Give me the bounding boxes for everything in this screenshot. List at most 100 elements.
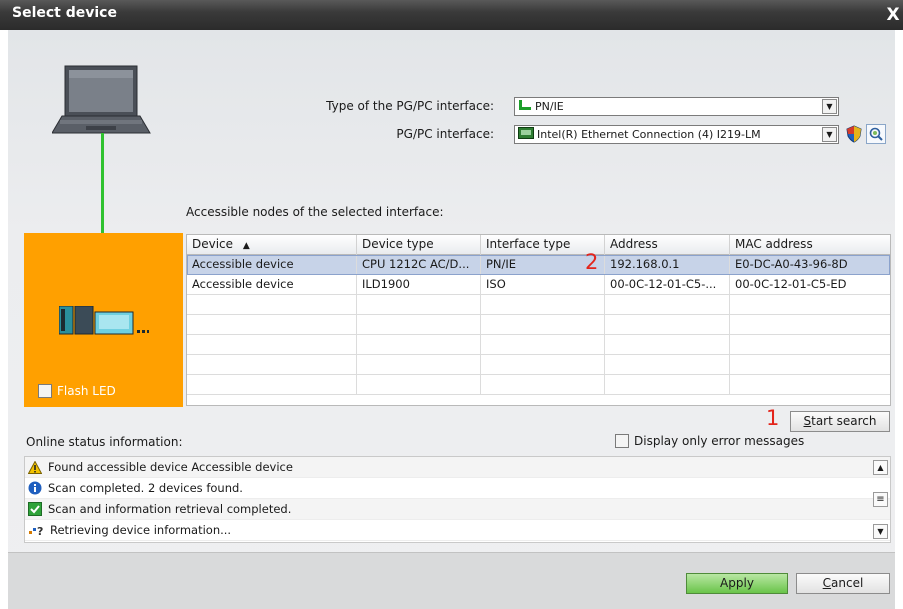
start-search-button[interactable]: Start search xyxy=(790,411,890,432)
pg-pc-computer-icon xyxy=(51,65,152,138)
cell-mac-address: 00-0C-12-01-C5-ED xyxy=(735,277,847,291)
log-scrollbar[interactable]: ▲ ≡ ▼ xyxy=(871,457,890,542)
empty-cell xyxy=(481,335,605,354)
empty-cell xyxy=(481,315,605,334)
cell-device-type: CPU 1212C AC/D... xyxy=(357,255,481,274)
column-header-mac-address[interactable]: MAC address xyxy=(730,235,890,255)
error-only-checkbox[interactable]: Display only error messages xyxy=(615,434,804,448)
status-log-text: Scan completed. 2 devices found. xyxy=(48,481,243,495)
table-row-empty xyxy=(187,335,890,355)
column-header-device-type[interactable]: Device type xyxy=(357,235,481,255)
empty-cell xyxy=(730,375,890,394)
empty-cell xyxy=(730,315,890,334)
empty-cell xyxy=(357,295,481,314)
table-row-empty xyxy=(187,355,890,375)
empty-cell xyxy=(481,355,605,374)
status-log-item[interactable]: Scan completed. 2 devices found. xyxy=(25,478,890,499)
chevron-down-icon[interactable]: ▼ xyxy=(822,127,837,142)
diagnostics-search-icon[interactable] xyxy=(866,124,886,144)
target-device-panel: Flash LED xyxy=(24,233,183,407)
empty-cell xyxy=(605,355,730,374)
cell-device-type: ILD1900 xyxy=(357,275,481,294)
shield-icon[interactable] xyxy=(844,124,864,144)
empty-cell xyxy=(187,335,357,354)
empty-cell xyxy=(730,335,890,354)
scroll-down-icon[interactable]: ▼ xyxy=(873,524,888,539)
status-log-text: Found accessible device Accessible devic… xyxy=(48,460,293,474)
plc-device-icon xyxy=(58,305,149,339)
network-port-icon xyxy=(518,99,532,114)
cell-address: 192.168.0.1 xyxy=(605,255,730,274)
cell-address: 00-0C-12-01-C5-... xyxy=(605,275,730,294)
chevron-down-icon[interactable]: ▼ xyxy=(822,99,837,114)
status-log-item[interactable]: Scan and information retrieval completed… xyxy=(25,499,890,520)
interface-type-value: PN/IE xyxy=(535,100,564,113)
table-row-empty xyxy=(187,315,890,335)
close-icon[interactable]: X xyxy=(883,2,903,28)
error-only-label: Display only error messages xyxy=(634,434,805,448)
empty-cell xyxy=(187,295,357,314)
pgpc-interface-select[interactable]: Intel(R) Ethernet Connection (4) I219-LM… xyxy=(514,125,839,144)
status-log-item[interactable]: Found accessible device Accessible devic… xyxy=(25,457,890,478)
interface-type-label: Type of the PG/PC interface: xyxy=(326,99,494,113)
cell-mac-address: E0-DC-A0-43-96-8D xyxy=(735,257,848,271)
empty-cell xyxy=(605,315,730,334)
empty-cell xyxy=(357,315,481,334)
flash-led-checkbox[interactable]: Flash LED xyxy=(38,384,116,398)
empty-cell xyxy=(187,315,357,334)
step-marker-2: 2 xyxy=(585,250,599,274)
window-title: Select device xyxy=(12,5,117,21)
checkbox-icon[interactable] xyxy=(38,384,52,398)
online-status-label: Online status information: xyxy=(26,435,183,449)
table-body: Accessible device CPU 1212C AC/D... PN/IE 1… xyxy=(187,255,890,395)
cell-interface-type: ISO xyxy=(481,275,605,294)
cancel-button[interactable]: Cancel xyxy=(796,573,890,594)
status-log: Found accessible device Accessible devic… xyxy=(24,456,891,543)
empty-cell xyxy=(481,295,605,314)
table-row-empty xyxy=(187,375,890,395)
table-row-empty xyxy=(187,295,890,315)
empty-cell xyxy=(730,355,890,374)
pgpc-interface-value: Intel(R) Ethernet Connection (4) I219-LM xyxy=(537,128,761,141)
interface-type-select[interactable]: PN/IE ▼ xyxy=(514,97,839,116)
accessible-nodes-label: Accessible nodes of the selected interfa… xyxy=(186,205,444,219)
status-log-list: Found accessible device Accessible devic… xyxy=(25,457,890,541)
select-device-dialog: Type of the PG/PC interface: PN/IE ▼ PG/… xyxy=(8,30,895,609)
empty-cell xyxy=(187,355,357,374)
title-bar: Select device X xyxy=(0,0,903,30)
step-marker-1: 1 xyxy=(766,406,780,430)
checkbox-icon[interactable] xyxy=(615,434,629,448)
pgpc-interface-label: PG/PC interface: xyxy=(396,127,494,141)
empty-cell xyxy=(187,375,357,394)
network-card-icon xyxy=(518,127,534,142)
warning-icon xyxy=(28,460,42,474)
cell-device: Accessible device xyxy=(187,255,357,274)
info-icon xyxy=(28,481,42,495)
table-header: Device ▲ Device type Interface type Addr… xyxy=(187,235,890,255)
column-header-device[interactable]: Device ▲ xyxy=(187,235,357,255)
check-icon xyxy=(28,502,42,516)
network-query-icon: ? xyxy=(28,523,44,537)
empty-cell xyxy=(605,335,730,354)
sort-ascending-icon: ▲ xyxy=(242,241,250,251)
scroll-thumb-icon[interactable]: ≡ xyxy=(873,492,888,507)
empty-cell xyxy=(605,295,730,314)
table-row[interactable]: Accessible device CPU 1212C AC/D... PN/IE 1… xyxy=(187,255,890,275)
empty-cell xyxy=(357,375,481,394)
status-log-text: Scan and information retrieval completed… xyxy=(48,502,292,516)
empty-cell xyxy=(481,375,605,394)
empty-cell xyxy=(357,335,481,354)
table-row[interactable]: Accessible device ILD1900 ISO 00-0C-12-01-C… xyxy=(187,275,890,295)
empty-cell xyxy=(605,375,730,394)
accessible-nodes-table: Device ▲ Device type Interface type Addr… xyxy=(186,234,891,406)
cell-device: Accessible device xyxy=(187,275,357,294)
scroll-up-icon[interactable]: ▲ xyxy=(873,460,888,475)
empty-cell xyxy=(357,355,481,374)
column-header-address[interactable]: Address xyxy=(605,235,730,255)
empty-cell xyxy=(730,295,890,314)
status-log-item[interactable]: ? Retrieving device information... xyxy=(25,520,890,541)
status-log-text: Retrieving device information... xyxy=(50,523,232,537)
flash-led-label: Flash LED xyxy=(57,384,116,398)
svg-text:?: ? xyxy=(37,525,43,537)
apply-button[interactable]: Apply xyxy=(686,573,788,594)
